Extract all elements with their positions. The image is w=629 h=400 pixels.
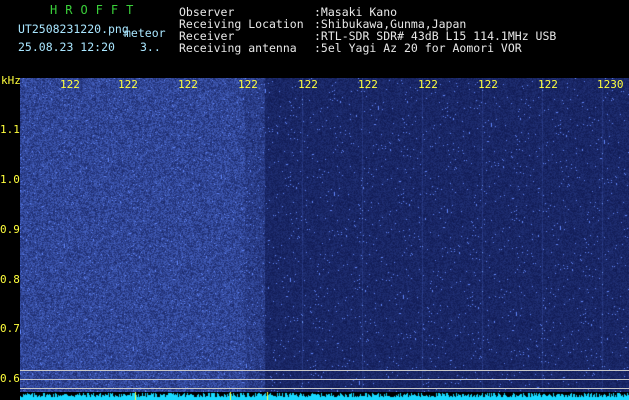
x-tick-label: 122 xyxy=(60,78,80,91)
y-tick-label: 0.8 xyxy=(0,273,20,286)
x-tick-label: 122 xyxy=(538,78,558,91)
file-name: UT2508231220.png xyxy=(18,22,129,36)
signal-level-strip xyxy=(20,392,629,400)
y-axis-unit: kHz xyxy=(1,74,21,87)
x-tick-label: 122 xyxy=(478,78,498,91)
x-tick-label: 122 xyxy=(358,78,378,91)
x-tick-label: 122 xyxy=(178,78,198,91)
reference-line xyxy=(20,388,629,389)
y-tick-label: 1.1 xyxy=(0,123,20,136)
field-value-antenna: :5el Yagi Az 20 for Aomori VOR xyxy=(314,41,522,55)
y-tick-label: 1.0 xyxy=(0,173,20,186)
reference-line xyxy=(20,379,629,380)
sequence-number: 3.. xyxy=(140,40,161,54)
reference-line xyxy=(20,370,629,371)
x-tick-label: 122 xyxy=(238,78,258,91)
y-tick-label: 0.6 xyxy=(0,372,20,385)
x-tick-label: 122 xyxy=(298,78,318,91)
app-brand: HROFFT xyxy=(50,3,142,17)
spectrogram-canvas xyxy=(20,78,629,392)
x-tick-label: 122 xyxy=(418,78,438,91)
capture-datetime: 25.08.23 12:20 xyxy=(18,40,115,54)
field-label-antenna: Receiving antenna xyxy=(179,41,297,55)
event-tag: meteor xyxy=(124,26,166,40)
y-tick-label: 0.7 xyxy=(0,322,20,335)
x-tick-label: 122 xyxy=(118,78,138,91)
x-tick-label: 1230 xyxy=(597,78,624,91)
y-tick-label: 0.9 xyxy=(0,223,20,236)
hrofft-window: HROFFT UT2508231220.png meteor 25.08.23 … xyxy=(0,0,629,400)
